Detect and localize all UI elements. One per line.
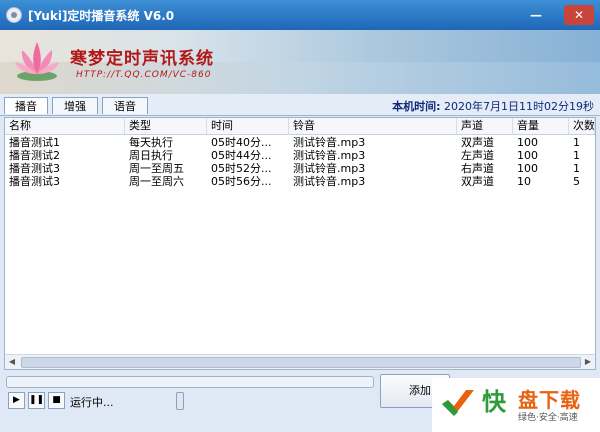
cell-type: 周一至周五 bbox=[129, 162, 184, 175]
title-bar: [Yuki]定时播音系统 V6.0 — ✕ bbox=[0, 0, 600, 30]
column-header-count[interactable]: 次数 bbox=[569, 118, 595, 134]
cell-ringtone: 测试铃音.mp3 bbox=[293, 149, 366, 162]
cell-volume: 100 bbox=[517, 149, 538, 162]
stop-icon[interactable]: ■ bbox=[48, 392, 65, 409]
cell-count: 5 bbox=[573, 175, 580, 188]
table-row[interactable]: 播音测试2 周日执行 05时44分... 测试铃音.mp3 左声道 100 1 bbox=[5, 149, 595, 162]
cell-time: 05时56分... bbox=[211, 175, 272, 188]
cell-type: 周一至周六 bbox=[129, 175, 184, 188]
cell-time: 05时52分... bbox=[211, 162, 272, 175]
horizontal-scrollbar[interactable]: ◀ ▶ bbox=[5, 354, 595, 369]
cell-name: 播音测试3 bbox=[9, 162, 60, 175]
cell-count: 1 bbox=[573, 149, 580, 162]
cell-ringtone: 测试铃音.mp3 bbox=[293, 175, 366, 188]
column-header-ringtone[interactable]: 铃音 bbox=[289, 118, 457, 134]
cell-name: 播音测试3 bbox=[9, 175, 60, 188]
cell-volume: 10 bbox=[517, 175, 531, 188]
table-row[interactable]: 播音测试3 周一至周六 05时56分... 测试铃音.mp3 双声道 10 5 bbox=[5, 175, 595, 188]
column-header-time[interactable]: 时间 bbox=[207, 118, 289, 134]
table-row[interactable]: 播音测试3 周一至周五 05时52分... 测试铃音.mp3 右声道 100 1 bbox=[5, 162, 595, 175]
column-header-channel[interactable]: 声道 bbox=[457, 118, 513, 134]
tab-bar: 播音 增强 语音 本机时间: 2020年7月1日11时02分19秒 bbox=[0, 94, 600, 116]
scrollbar-thumb[interactable] bbox=[21, 357, 581, 368]
column-header-name[interactable]: 名称 bbox=[5, 118, 125, 134]
brand-title: 寒梦定时声讯系统 bbox=[70, 49, 214, 69]
volume-slider[interactable] bbox=[176, 392, 376, 410]
cell-channel: 双声道 bbox=[461, 175, 494, 188]
lotus-logo-icon bbox=[15, 42, 59, 81]
local-time-value: 2020年7月1日11时02分19秒 bbox=[444, 100, 594, 113]
cell-time: 05时44分... bbox=[211, 149, 272, 162]
cell-type: 周日执行 bbox=[129, 149, 173, 162]
tab-voice[interactable]: 语音 bbox=[102, 97, 148, 114]
cell-name: 播音测试1 bbox=[9, 136, 60, 149]
watermark-slogan: 绿色·安全·高速 bbox=[518, 413, 578, 423]
cell-ringtone: 测试铃音.mp3 bbox=[293, 162, 366, 175]
schedule-table[interactable]: 名称 类型 时间 铃音 声道 音量 次数 播音测试1 每天执行 05时40分..… bbox=[4, 117, 596, 370]
cell-channel: 双声道 bbox=[461, 136, 494, 149]
tab-enhance[interactable]: 增强 bbox=[52, 97, 98, 114]
column-header-type[interactable]: 类型 bbox=[125, 118, 207, 134]
banner: 寒梦定时声讯系统 HTTP://T.QQ.COM/VC-860 bbox=[0, 30, 600, 94]
playback-progress-bar[interactable] bbox=[6, 376, 374, 388]
watermark-text: 盘下载 bbox=[518, 388, 581, 412]
site-watermark: 快 盘下载 绿色·安全·高速 bbox=[432, 378, 600, 432]
volume-slider-thumb[interactable] bbox=[176, 392, 184, 410]
play-icon[interactable]: ▶ bbox=[8, 392, 25, 409]
cell-time: 05时40分... bbox=[211, 136, 272, 149]
local-time-label: 本机时间: bbox=[392, 100, 441, 113]
cell-channel: 左声道 bbox=[461, 149, 494, 162]
kuaipan-logo-icon bbox=[442, 390, 474, 416]
table-row[interactable]: 播音测试1 每天执行 05时40分... 测试铃音.mp3 双声道 100 1 bbox=[5, 136, 595, 149]
watermark-kuai: 快 bbox=[482, 388, 506, 416]
brand-url: HTTP://T.QQ.COM/VC-860 bbox=[76, 70, 212, 80]
tab-broadcast[interactable]: 播音 bbox=[4, 97, 48, 114]
scroll-right-icon[interactable]: ▶ bbox=[581, 355, 595, 369]
pause-icon[interactable]: ❚❚ bbox=[28, 392, 45, 409]
cell-ringtone: 测试铃音.mp3 bbox=[293, 136, 366, 149]
minimize-button[interactable]: — bbox=[522, 5, 550, 25]
table-header: 名称 类型 时间 铃音 声道 音量 次数 bbox=[5, 118, 595, 135]
column-header-volume[interactable]: 音量 bbox=[513, 118, 569, 134]
close-button[interactable]: ✕ bbox=[564, 5, 594, 25]
cell-volume: 100 bbox=[517, 162, 538, 175]
local-time: 本机时间: 2020年7月1日11时02分19秒 bbox=[392, 98, 594, 114]
cell-volume: 100 bbox=[517, 136, 538, 149]
window-title: [Yuki]定时播音系统 V6.0 bbox=[28, 9, 175, 23]
cell-name: 播音测试2 bbox=[9, 149, 60, 162]
cell-channel: 右声道 bbox=[461, 162, 494, 175]
status-text: 运行中... bbox=[70, 396, 114, 409]
cell-count: 1 bbox=[573, 162, 580, 175]
scroll-left-icon[interactable]: ◀ bbox=[5, 355, 19, 369]
cell-type: 每天执行 bbox=[129, 136, 173, 149]
app-icon bbox=[6, 7, 22, 23]
cell-count: 1 bbox=[573, 136, 580, 149]
